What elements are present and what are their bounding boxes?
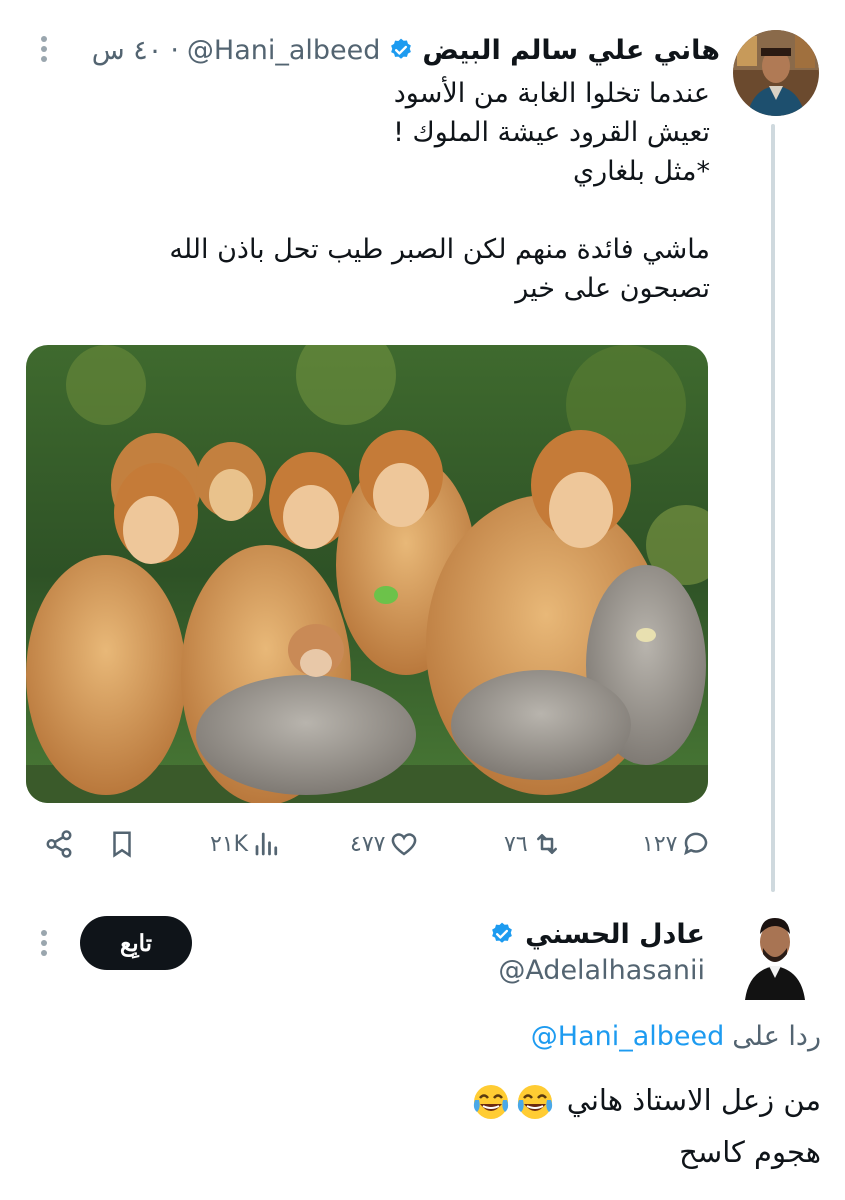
retweet-count: ٧٦	[504, 831, 528, 857]
share-icon	[46, 830, 72, 858]
reply-line: هجوم كاسح	[679, 1135, 821, 1169]
share-button[interactable]	[44, 822, 74, 866]
reply-line-1: من زعل الاستاذ هاني	[41, 1074, 821, 1126]
reply-text: من زعل الاستاذ هاني هجوم كاسح	[41, 1074, 821, 1178]
reply-count: ١٢٧	[642, 831, 678, 857]
retweet-button[interactable]: ٧٦	[504, 822, 562, 866]
more-options-icon[interactable]	[40, 36, 48, 62]
bookmark-icon	[113, 831, 131, 858]
follow-button[interactable]: تابِع	[80, 916, 192, 970]
views-icon	[255, 832, 278, 856]
reply-button[interactable]: ١٢٧	[642, 822, 711, 866]
tweet-line: عندما تخلوا الغابة من الأسود	[393, 78, 710, 109]
bookmark-button[interactable]	[107, 822, 137, 866]
replying-to: ردا على @Hani_albeed	[531, 1021, 821, 1052]
heart-icon	[392, 833, 417, 856]
tweet-line: تصبحون على خير	[515, 273, 710, 304]
author-avatar[interactable]	[733, 30, 819, 116]
verified-badge-icon	[492, 922, 512, 943]
reply-author-avatar[interactable]	[743, 908, 807, 1000]
reply-author-name[interactable]: عادل الحسني	[525, 919, 705, 950]
views-stat[interactable]: ٢١K	[210, 822, 282, 866]
tweet-text: عندما تخلوا الغابة من الأسود تعيش القرود…	[90, 74, 710, 308]
author-name[interactable]: هاني علي سالم البيض	[422, 35, 720, 66]
reply-header: عادل الحسني	[489, 914, 705, 954]
tweet-action-bar: ٢١K ٤٧٧ ٧٦ ١٢٧	[30, 822, 720, 866]
face-with-tears-of-joy-icon	[474, 1085, 509, 1119]
reply-line: من زعل الاستاذ هاني	[566, 1083, 821, 1117]
views-count: ٢١K	[210, 831, 249, 857]
author-handle[interactable]: @Hani_albeed	[187, 35, 381, 66]
tweet-line	[90, 191, 710, 230]
tweet-line: تعيش القرود عيشة الملوك !	[393, 117, 710, 148]
like-button[interactable]: ٤٧٧	[350, 822, 419, 866]
tweet-time[interactable]: ٤٠ س	[92, 35, 163, 66]
tweet-line: ماشي فائدة منهم لكن الصبر طيب تحل باذن ا…	[169, 234, 710, 265]
tweet-header: هاني علي سالم البيض @Hani_albeed · ٤٠ س	[92, 30, 720, 70]
retweet-icon	[536, 834, 557, 854]
more-options-icon[interactable]	[40, 930, 48, 956]
verified-badge-icon	[391, 38, 412, 59]
reply-author-handle[interactable]: @Adelalhasanii	[498, 955, 705, 986]
separator-dot: ·	[170, 34, 179, 66]
reply-icon	[684, 832, 708, 856]
tweet-media-image[interactable]	[26, 345, 708, 803]
like-count: ٤٧٧	[350, 831, 386, 857]
thread-line	[771, 124, 775, 892]
replying-to-prefix: ردا على	[732, 1021, 821, 1052]
tweet-line: *مثل بلغاري	[572, 156, 710, 187]
replying-to-mention[interactable]: @Hani_albeed	[531, 1021, 725, 1052]
face-with-tears-of-joy-icon	[518, 1085, 553, 1119]
